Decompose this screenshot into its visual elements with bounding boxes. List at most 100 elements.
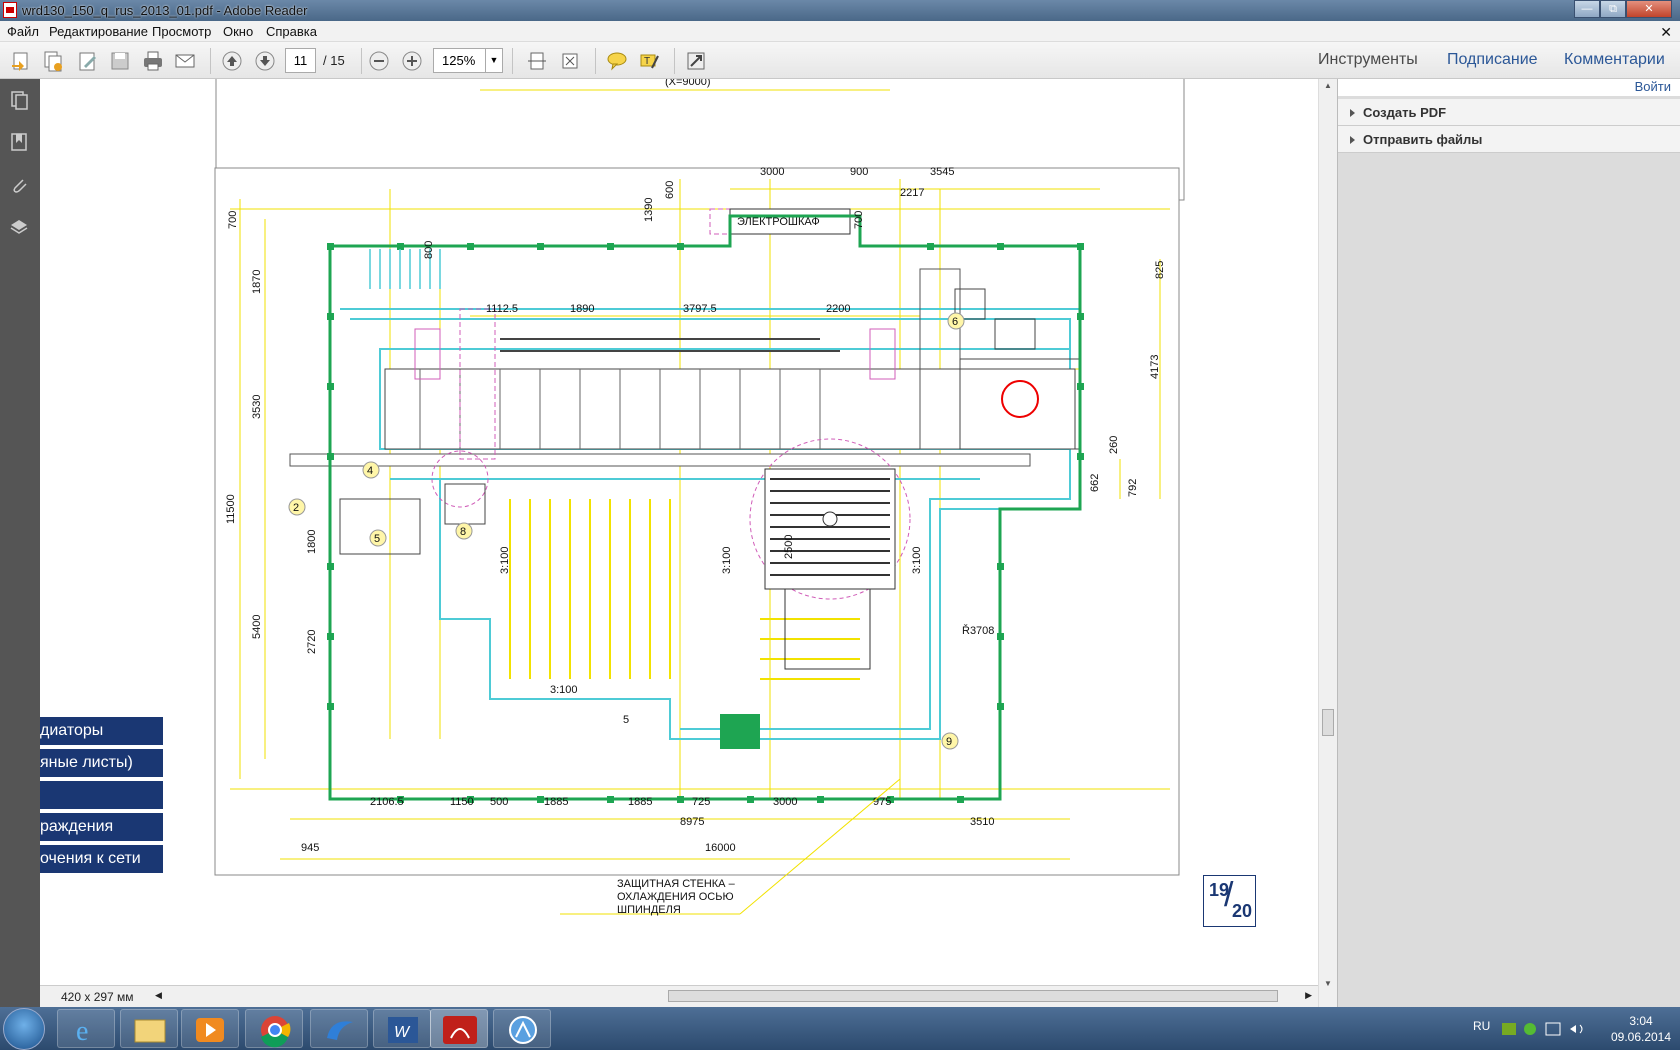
dim-top-3: 3545 <box>930 166 954 178</box>
taskbar-word[interactable]: W <box>373 1009 431 1048</box>
dim-left-4: 11500 <box>225 494 237 524</box>
menu-help[interactable]: Справка <box>266 24 317 39</box>
previous-page-icon[interactable] <box>219 48 245 74</box>
tab-sign[interactable]: Подписание <box>1447 51 1538 69</box>
taskbar-chrome[interactable] <box>245 1009 303 1048</box>
page-thumbnails-icon[interactable] <box>8 89 30 111</box>
dim-top-1: 3000 <box>760 166 784 178</box>
chevron-down-icon[interactable]: ▼ <box>485 49 502 72</box>
scroll-right-icon[interactable]: ▶ <box>1305 990 1312 1001</box>
fit-page-icon[interactable] <box>524 48 550 74</box>
marker-9: 9 <box>946 736 952 748</box>
pdf-app-icon <box>3 2 17 18</box>
page-number-input[interactable] <box>285 48 316 73</box>
marker-8: 8 <box>460 526 466 538</box>
taskbar-app-swirl[interactable] <box>310 1009 368 1048</box>
restore-button[interactable]: ⧉ <box>1600 0 1626 18</box>
menu-file[interactable]: Файл <box>7 24 39 39</box>
document-view[interactable]: (X=9000) ЭЛЕКТРОШКАФ 3000 900 3545 2217 … <box>40 79 1318 985</box>
technical-drawing: (X=9000) ЭЛЕКТРОШКАФ 3000 900 3545 2217 … <box>214 79 1185 916</box>
start-button[interactable] <box>3 1008 45 1050</box>
toolbar: T <box>0 42 1680 116</box>
comment-icon[interactable] <box>604 48 630 74</box>
edit-pdf-icon[interactable] <box>75 48 101 74</box>
dim-bottom-7: 3000 <box>773 796 797 808</box>
taskbar-explorer[interactable] <box>120 1009 178 1048</box>
zoom-select[interactable]: 125% ▼ <box>433 48 503 73</box>
overlay-item-4[interactable]: раждения <box>40 813 163 843</box>
menu-bar: Файл Редактирование Просмотр Окно Справк… <box>0 21 1680 42</box>
dim-right-4: 662 <box>1089 474 1101 492</box>
next-page-icon[interactable] <box>252 48 278 74</box>
dim-bottom-4: 1885 <box>544 796 568 808</box>
taskbar-media-player[interactable] <box>181 1009 239 1048</box>
dim-slope-4: 3:100 <box>911 546 923 574</box>
print-icon[interactable] <box>140 48 166 74</box>
expand-arrow-icon <box>1350 109 1355 117</box>
tab-tools[interactable]: Инструменты <box>1318 51 1418 69</box>
dim-bottom-9: 8975 <box>680 816 704 828</box>
highlight-text-icon[interactable]: T <box>636 48 662 74</box>
tray-icons <box>1502 1022 1583 1036</box>
zoom-value: 125% <box>442 53 476 68</box>
overlay-item-5[interactable]: очения к сети <box>40 845 163 875</box>
dim-left-3: 3530 <box>251 395 263 419</box>
overlay-item-2[interactable]: яные листы) <box>40 749 163 779</box>
page-total: / 15 <box>323 53 345 68</box>
horizontal-scrollbar-thumb[interactable] <box>668 990 1278 1002</box>
taskbar-ie[interactable]: e <box>57 1009 115 1048</box>
marker-6: 6 <box>952 316 958 328</box>
create-pdf-section[interactable]: Создать PDF <box>1338 99 1680 126</box>
send-files-section[interactable]: Отправить файлы <box>1338 126 1680 153</box>
clock[interactable]: 3:04 09.06.2014 <box>1608 1013 1674 1045</box>
save-icon[interactable] <box>107 48 133 74</box>
layers-icon[interactable] <box>8 216 30 238</box>
close-document-icon[interactable]: ✕ <box>1660 24 1672 41</box>
dim-top-6: 600 <box>664 181 676 199</box>
scrollbar-thumb[interactable] <box>1322 709 1334 736</box>
marker-4: 4 <box>367 465 373 477</box>
clock-date: 09.06.2014 <box>1610 1030 1672 1044</box>
window-title: wrd130_150_q_rus_2013_01.pdf - Adobe Rea… <box>22 3 308 18</box>
bookmarks-icon[interactable] <box>8 131 30 153</box>
overlay-item-1[interactable]: диаторы <box>40 717 163 747</box>
create-pdf-icon[interactable] <box>8 48 34 74</box>
scroll-up-icon[interactable]: ▲ <box>1324 81 1332 90</box>
fullscreen-icon[interactable] <box>683 48 709 74</box>
dim-mid-2: 1890 <box>570 303 594 315</box>
fit-width-icon[interactable] <box>557 48 583 74</box>
attachments-icon[interactable] <box>8 174 30 196</box>
menu-window[interactable]: Окно <box>223 24 253 39</box>
dim-slope-3: 3:100 <box>721 546 733 574</box>
dim-bottom-2: 1150 <box>450 796 474 808</box>
login-link[interactable]: Войти <box>1338 79 1680 96</box>
dim-right-2: 4173 <box>1149 355 1161 379</box>
minimize-button[interactable]: — <box>1574 0 1600 18</box>
email-icon[interactable] <box>172 48 198 74</box>
dim-left-6: 2720 <box>306 630 318 654</box>
marker-5: 5 <box>374 533 380 545</box>
tab-comments[interactable]: Комментарии <box>1564 51 1665 69</box>
top-dimension: (X=9000) <box>665 79 711 88</box>
scroll-down-icon[interactable]: ▼ <box>1324 979 1332 988</box>
taskbar-adobe-reader[interactable] <box>430 1009 488 1048</box>
overlay-item-3[interactable] <box>40 781 163 811</box>
dim-top-2: 900 <box>850 166 868 178</box>
clock-time: 3:04 <box>1629 1014 1653 1028</box>
dim-right-5: 792 <box>1127 479 1139 497</box>
zoom-in-icon[interactable] <box>399 48 425 74</box>
dim-bottom-10: 3510 <box>970 816 994 828</box>
taskbar-app-circle[interactable] <box>493 1009 551 1048</box>
menu-view[interactable]: Просмотр <box>152 24 211 39</box>
dim-bottom-8: 975 <box>873 796 891 808</box>
language-indicator[interactable]: RU <box>1473 1019 1490 1033</box>
menu-edit[interactable]: Редактирование <box>49 24 148 39</box>
callout-line-1: ЗАЩИТНАЯ СТЕНКА – <box>617 878 736 890</box>
dim-left-2: 1870 <box>251 270 263 294</box>
vertical-scrollbar[interactable]: ▲ ▼ <box>1318 79 1337 1007</box>
close-window-button[interactable]: ✕ <box>1626 0 1672 18</box>
zoom-out-icon[interactable] <box>366 48 392 74</box>
scroll-left-icon[interactable]: ◀ <box>155 990 162 1001</box>
marker-2: 2 <box>293 502 299 514</box>
combine-files-icon[interactable] <box>40 48 66 74</box>
